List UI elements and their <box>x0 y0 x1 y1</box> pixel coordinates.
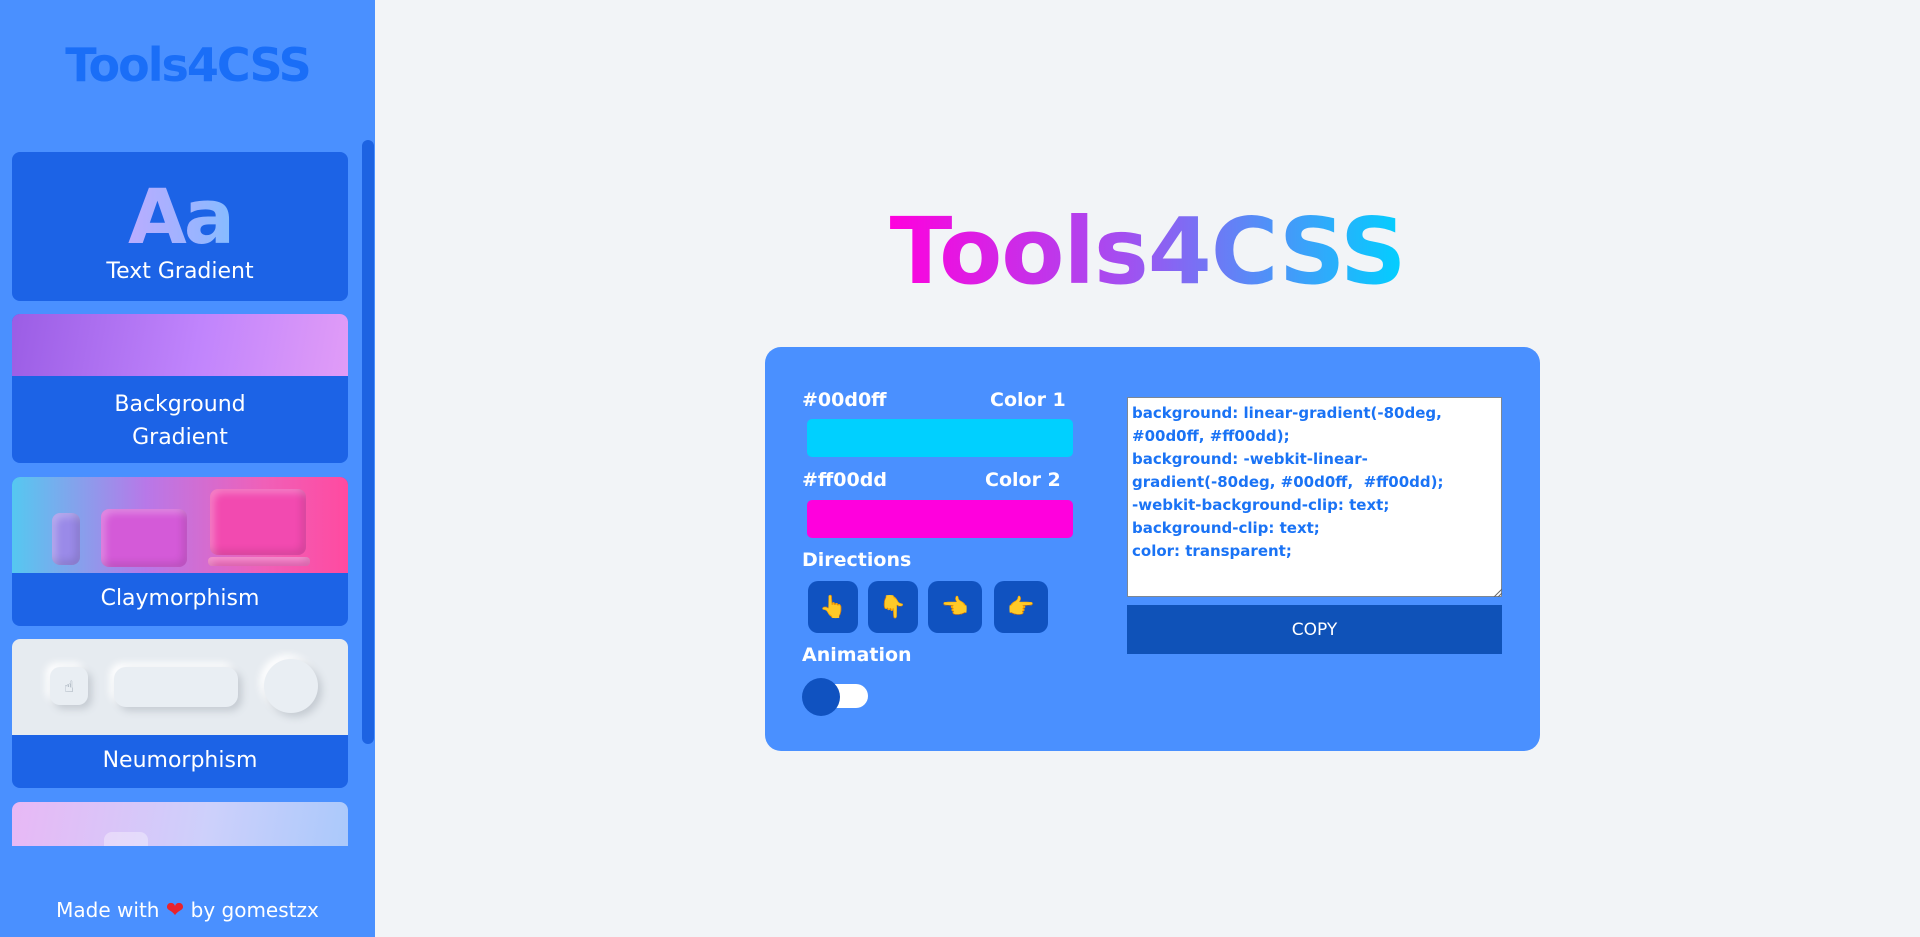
footer-credit: Made with ❤ by gomestzx <box>0 898 375 923</box>
pointer-icon: ☝ <box>64 676 74 696</box>
pointing-right-icon: 👉 <box>1007 594 1035 620</box>
color2-hex: #ff00dd <box>802 469 887 491</box>
card-label: Neumorphism <box>102 748 258 773</box>
gradient-title-preview: Tools4CSS <box>889 198 1407 305</box>
color1-label: Color 1 <box>990 389 1066 411</box>
footer-author[interactable]: by gomestzx <box>191 898 319 922</box>
tool-list[interactable]: Aa Text Gradient Background Gradient Cla… <box>12 152 348 846</box>
direction-down-button[interactable]: 👇 <box>868 581 918 633</box>
glass-shape <box>104 832 148 846</box>
hero: Tools4CSS <box>375 198 1920 305</box>
card-glassmorphism[interactable] <box>12 802 348 846</box>
direction-up-button[interactable]: 👆 <box>808 581 858 633</box>
css-output-textarea[interactable]: background: linear-gradient(-80deg, #00d… <box>1127 397 1502 597</box>
animation-label: Animation <box>802 644 912 666</box>
footer-prefix: Made with <box>56 898 160 922</box>
pointing-down-icon: 👇 <box>879 594 907 620</box>
neu-input-shape <box>114 667 238 707</box>
animation-toggle[interactable] <box>802 678 869 716</box>
card-label: Claymorphism <box>100 586 260 611</box>
copy-button[interactable]: COPY <box>1127 605 1502 654</box>
background-gradient-preview <box>12 314 348 376</box>
neu-knob-shape <box>264 659 318 713</box>
resize-handle-icon[interactable] <box>1492 587 1502 597</box>
directions-label: Directions <box>802 549 912 571</box>
card-neumorphism[interactable]: ☝ Neumorphism <box>12 639 348 788</box>
sidebar-scrollbar[interactable] <box>362 140 374 744</box>
brand-logo[interactable]: Tools4CSS <box>0 38 375 92</box>
color1-hex: #00d0ff <box>802 389 887 411</box>
neu-button-shape: ☝ <box>50 667 88 705</box>
sidebar: Tools4CSS Aa Text Gradient Background Gr… <box>0 0 375 937</box>
clay-laptop-shape <box>210 489 306 555</box>
color2-picker[interactable] <box>807 500 1073 538</box>
heart-icon: ❤ <box>165 898 185 923</box>
neumorphism-preview: ☝ <box>12 639 348 735</box>
card-claymorphism[interactable]: Claymorphism <box>12 477 348 626</box>
color1-picker[interactable] <box>807 419 1073 457</box>
pointing-up-icon: 👆 <box>819 594 847 620</box>
text-gradient-preview: Aa <box>12 172 348 261</box>
generator-panel: #00d0ff Color 1 #ff00dd Color 2 Directio… <box>765 347 1540 751</box>
card-label: Background Gradient <box>114 392 246 450</box>
clay-tablet-shape <box>101 509 187 567</box>
clay-laptop-base <box>208 557 310 566</box>
card-background-gradient[interactable]: Background Gradient <box>12 314 348 463</box>
clay-phone-shape <box>52 513 80 565</box>
direction-left-button[interactable]: 👈 <box>928 581 982 633</box>
claymorphism-preview <box>12 477 348 573</box>
toggle-knob <box>802 678 840 716</box>
direction-right-button[interactable]: 👉 <box>994 581 1048 633</box>
card-text-gradient[interactable]: Aa Text Gradient <box>12 152 348 301</box>
pointing-left-icon: 👈 <box>941 594 969 620</box>
card-label: Text Gradient <box>106 259 254 284</box>
card-preview <box>12 802 348 846</box>
color2-label: Color 2 <box>985 469 1061 491</box>
